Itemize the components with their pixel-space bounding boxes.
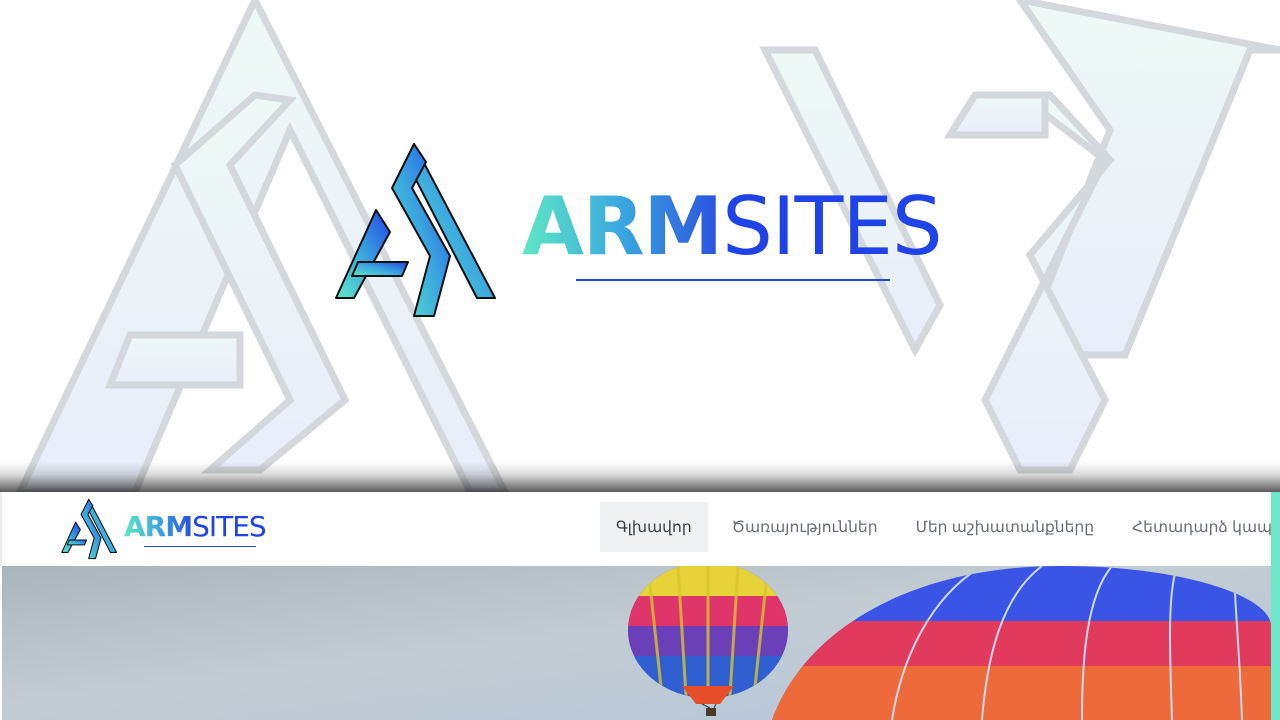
nav-item-label: Ծառայություններ (731, 518, 878, 536)
hot-air-balloons-photo (2, 566, 1271, 720)
nav-item-label: Գլխավոր (616, 518, 692, 536)
main-navbar: ARMSITES Գլխավոր Ծառայություններ Մեր աշխ… (0, 492, 1280, 566)
navbar-logo[interactable]: ARMSITES (58, 498, 278, 560)
nav-item-home[interactable]: Գլխավոր (600, 502, 708, 552)
brand-name-part2: SITES (722, 180, 943, 273)
balloons-illustration (2, 566, 1271, 720)
nav-item-label: Մեր աշխատանքները (915, 518, 1095, 536)
brand-name-part2: SITES (192, 510, 267, 543)
as-monogram-icon (61, 498, 118, 560)
hero-brand-wordmark: ARMSITES (522, 182, 962, 272)
brand-name-part1: ARM (522, 180, 723, 273)
navbar-wordmark-underline (144, 546, 256, 547)
hero-bottom-shadow (0, 462, 1280, 492)
nav-item-contact[interactable]: Հետադարձ կապ (1116, 502, 1280, 552)
as-monogram-logo (335, 143, 496, 317)
right-accent-bar (1271, 492, 1280, 720)
nav-item-services[interactable]: Ծառայություններ (716, 502, 894, 552)
nav-item-label: Հետադարձ կապ (1132, 518, 1273, 536)
navbar-brand-wordmark: ARMSITES (124, 510, 267, 543)
brand-name-part1: ARM (124, 510, 193, 543)
hero-banner: ARMSITES (0, 0, 1280, 492)
nav-menu: Գլխավոր Ծառայություններ Մեր աշխատանքները… (600, 502, 1280, 552)
wordmark-underline (576, 279, 890, 281)
nav-item-our-works[interactable]: Մեր աշխատանքները (900, 502, 1111, 552)
